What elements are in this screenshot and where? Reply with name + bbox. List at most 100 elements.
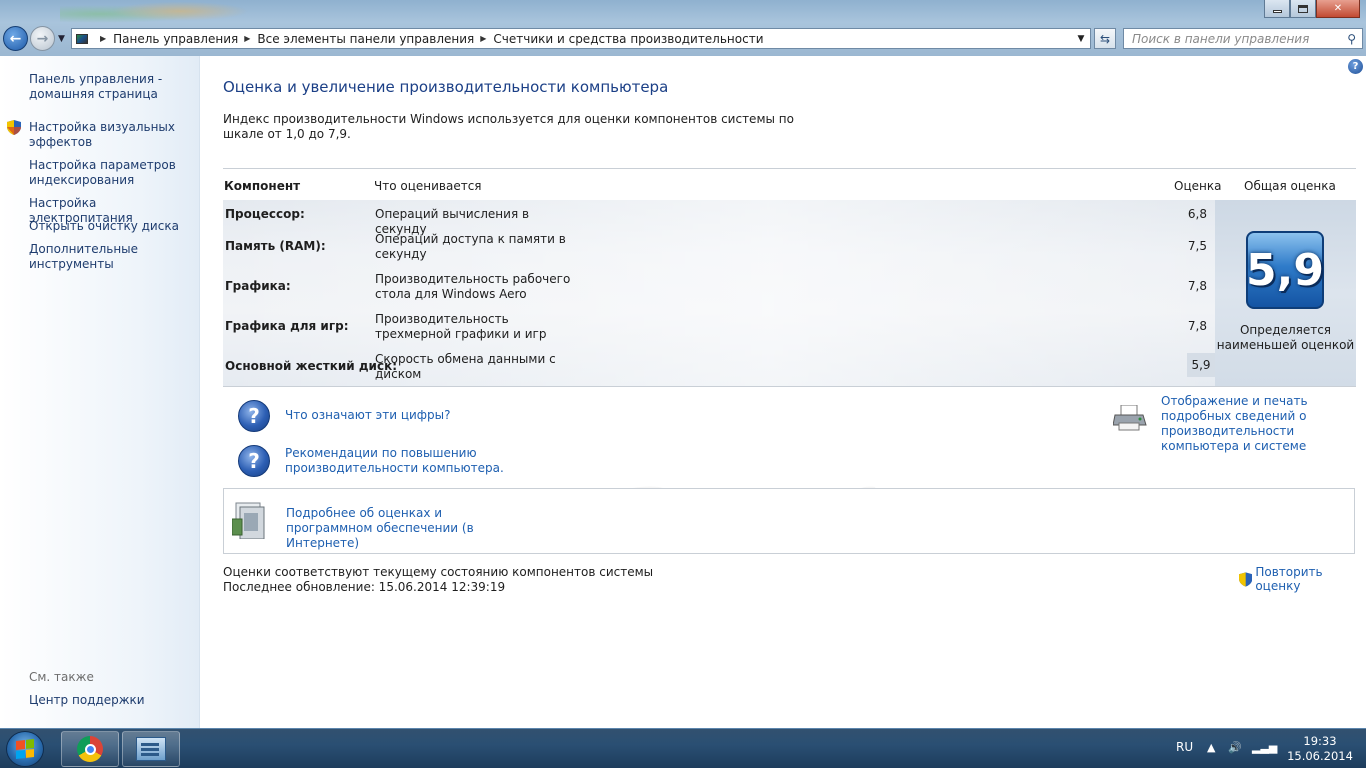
uac-shield-icon: [1239, 571, 1253, 587]
status-current: Оценки соответствуют текущему состоянию …: [223, 565, 654, 579]
printer-icon: [1113, 405, 1147, 431]
recent-pages-dropdown[interactable]: ▼: [58, 34, 65, 44]
arrow-right-icon: →: [36, 30, 49, 47]
row-component: Процессор:: [225, 207, 305, 221]
breadcrumb-label: Счетчики и средства производительности: [493, 31, 764, 46]
row-what: Операций доступа к памяти в секунду: [375, 232, 566, 261]
row-component: Память (RAM):: [225, 239, 326, 253]
table-body: Процессор: Операций вычисления в секунду…: [223, 200, 1215, 386]
close-button[interactable]: ✕: [1316, 0, 1360, 18]
table-header: Компонент Что оценивается Оценка Общая о…: [223, 169, 1356, 200]
sidebar-link-action-center[interactable]: Центр поддержки: [29, 693, 145, 707]
arrow-left-icon: ←: [9, 30, 22, 47]
windows-logo-icon: [16, 739, 34, 759]
breadcrumb-root-arrow[interactable]: ▶: [94, 34, 113, 43]
desktop-background-glow: [60, 0, 260, 28]
refresh-button[interactable]: ⇆: [1094, 28, 1116, 49]
clock[interactable]: 19:33 15.06.2014: [1284, 734, 1356, 764]
taskbar-chrome-button[interactable]: [61, 731, 119, 767]
minimize-icon: [1272, 10, 1282, 13]
breadcrumb-label: Все элементы панели управления: [257, 31, 475, 46]
window-controls: ✕: [1264, 0, 1360, 18]
chrome-icon: [77, 736, 103, 762]
help-button[interactable]: ?: [1348, 59, 1363, 74]
base-score-note: Определяется наименьшей оценкой: [1216, 323, 1355, 352]
breadcrumb-control-panel[interactable]: Панель управления ▶: [113, 32, 257, 46]
header-score: Оценка: [1174, 179, 1222, 193]
row-score: 7,8: [1187, 319, 1207, 333]
rerun-label: Повторить оценку: [1255, 565, 1323, 593]
row-score-lowest: 5,9: [1187, 353, 1215, 377]
maximize-button[interactable]: [1290, 0, 1316, 18]
taskbar-control-panel-button[interactable]: [122, 731, 180, 767]
sidebar-link-visual-effects[interactable]: Настройка визуальных эффектов: [29, 120, 194, 150]
row-what: Производительность рабочего стола для Wi…: [375, 272, 571, 301]
chevron-right-icon: ▶: [480, 34, 487, 43]
table-row: Графика для игр: Производительность трех…: [223, 312, 1215, 352]
breadcrumb-label: Панель управления: [113, 31, 239, 46]
scores-table: Компонент Что оценивается Оценка Общая о…: [223, 168, 1356, 387]
control-panel-window-icon: [136, 737, 166, 761]
network-icon[interactable]: ▂▃▅: [1252, 741, 1277, 754]
intro-text: Индекс производительности Windows исполь…: [223, 112, 794, 141]
sidebar-link-disk-cleanup[interactable]: Открыть очистку диска: [29, 219, 194, 234]
row-component: Основной жесткий диск:: [225, 359, 398, 373]
volume-icon[interactable]: 🔊: [1228, 741, 1242, 754]
status-last-update: Последнее обновление: 15.06.2014 12:39:1…: [223, 580, 506, 594]
clock-date: 15.06.2014: [1287, 749, 1353, 763]
table-row: Память (RAM): Операций доступа к памяти …: [223, 232, 1215, 272]
show-hidden-icons-button[interactable]: ▲: [1207, 741, 1215, 754]
maximize-icon: [1298, 4, 1308, 13]
address-bar[interactable]: ▶ Панель управления ▶ Все элементы панели…: [71, 28, 1091, 49]
table-row: Основной жесткий диск: Скорость обмена д…: [223, 352, 1215, 392]
close-icon: ✕: [1333, 3, 1343, 14]
learn-more-link[interactable]: Подробнее об оценках и программном обесп…: [286, 506, 526, 551]
rerun-assessment-link[interactable]: Повторить оценку: [1239, 565, 1366, 593]
refresh-icon: ⇆: [1099, 31, 1111, 46]
clock-time: 19:33: [1303, 734, 1337, 748]
sidebar-home-link[interactable]: Панель управления - домашняя страница: [29, 72, 194, 102]
control-panel-icon: [76, 33, 88, 44]
chevron-right-icon: ▶: [244, 34, 251, 43]
row-score: 7,5: [1187, 239, 1207, 253]
breadcrumb-performance[interactable]: Счетчики и средства производительности: [493, 32, 763, 46]
search-input[interactable]: Поиск в панели управления ⚲: [1123, 28, 1363, 49]
page-title: Оценка и увеличение производительности к…: [223, 78, 669, 96]
start-button[interactable]: [6, 731, 44, 767]
tips-link[interactable]: Рекомендации по повышению производительн…: [285, 446, 515, 476]
row-what: Скорость обмена данными с диском: [375, 352, 556, 381]
language-indicator[interactable]: RU: [1176, 740, 1193, 754]
base-score-badge: 5,9: [1246, 231, 1324, 309]
help-icon: ?: [1352, 61, 1359, 72]
row-component: Графика:: [225, 279, 291, 293]
minimize-button[interactable]: [1264, 0, 1290, 18]
sidebar-link-indexing[interactable]: Настройка параметров индексирования: [29, 158, 194, 188]
row-what: Производительность трехмерной графики и …: [375, 312, 547, 341]
breadcrumb-all-items[interactable]: Все элементы панели управления ▶: [257, 32, 493, 46]
base-score-panel: 5,9 Определяется наименьшей оценкой: [1215, 200, 1356, 386]
table-row: Графика: Производительность рабочего сто…: [223, 272, 1215, 312]
uac-shield-icon: [7, 120, 21, 135]
content-area: Панель управления - домашняя страница На…: [0, 56, 1366, 728]
sidebar-link-advanced-tools[interactable]: Дополнительные инструменты: [29, 242, 194, 272]
question-icon: ?: [238, 400, 270, 432]
what-numbers-link[interactable]: Что означают эти цифры?: [285, 408, 451, 423]
software-box-icon: [232, 502, 265, 539]
address-dropdown-button[interactable]: ▼: [1072, 34, 1090, 44]
search-icon[interactable]: ⚲: [1347, 32, 1356, 46]
see-also-heading: См. также: [29, 670, 94, 684]
forward-button[interactable]: →: [30, 26, 55, 51]
header-component: Компонент: [224, 179, 301, 193]
row-score: 7,8: [1187, 279, 1207, 293]
print-details-link[interactable]: Отображение и печать подробных сведений …: [1161, 394, 1361, 454]
question-icon: ?: [238, 445, 270, 477]
row-component: Графика для игр:: [225, 319, 349, 333]
taskbar: RU ▲ 🔊 ▂▃▅ 19:33 15.06.2014: [0, 728, 1366, 768]
window-titlebar: ✕ ← → ▼ ▶ Панель управления ▶ Все элемент…: [0, 0, 1366, 56]
search-placeholder: Поиск в панели управления: [1132, 31, 1310, 46]
header-base-score: Общая оценка: [1244, 179, 1336, 193]
back-button[interactable]: ←: [3, 26, 28, 51]
row-score: 6,8: [1187, 207, 1207, 221]
header-what: Что оценивается: [374, 179, 482, 193]
task-pane: Панель управления - домашняя страница На…: [0, 56, 200, 728]
